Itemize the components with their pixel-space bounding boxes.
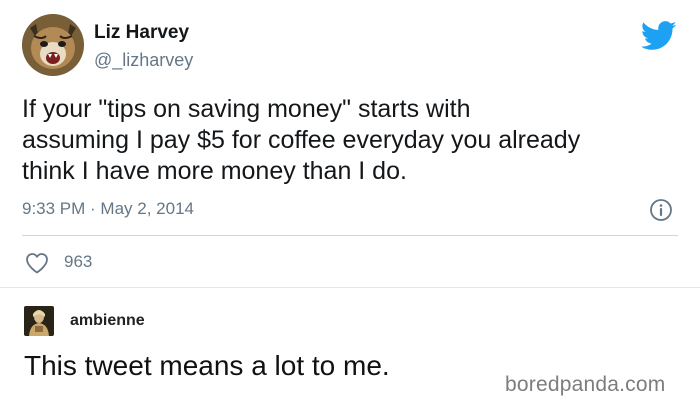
painting-avatar[interactable] xyxy=(24,306,54,336)
tweet-divider xyxy=(22,235,678,236)
author-name[interactable]: Liz Harvey xyxy=(94,22,189,44)
watermark: boredpanda.com xyxy=(505,373,666,396)
reply-text: This tweet means a lot to me. xyxy=(24,350,390,381)
heart-outline-icon[interactable] xyxy=(25,252,49,274)
reply-username[interactable]: ambienne xyxy=(70,312,145,330)
tweet-card: Liz Harvey @_lizharvey If your "tips on … xyxy=(0,0,700,287)
author-handle[interactable]: @_lizharvey xyxy=(94,50,193,71)
like-count: 963 xyxy=(64,252,93,271)
info-icon[interactable] xyxy=(649,198,673,222)
cat-avatar[interactable] xyxy=(22,14,84,76)
tweet-text: If your "tips on saving money" starts wi… xyxy=(22,95,581,185)
twitter-bird-icon[interactable] xyxy=(640,21,678,51)
reply-separator xyxy=(0,287,700,288)
tweet-timestamp[interactable]: 9:33 PM · May 2, 2014 xyxy=(22,199,194,219)
